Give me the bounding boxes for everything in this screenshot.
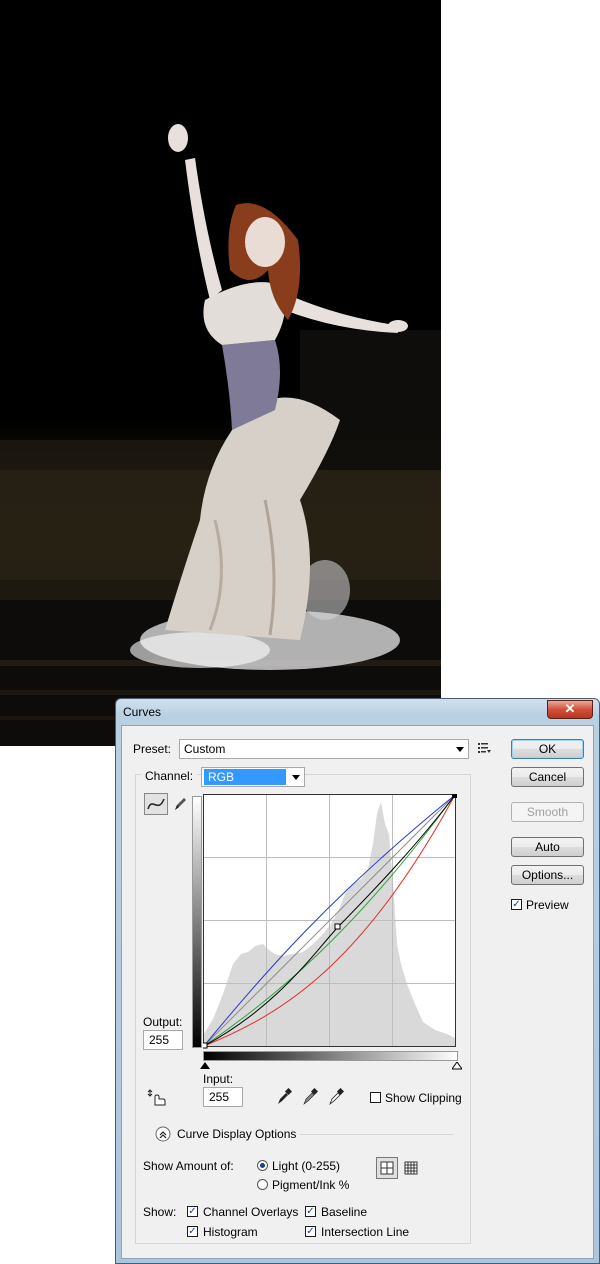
close-button[interactable]: ✕ bbox=[547, 700, 593, 719]
divider bbox=[300, 1134, 453, 1135]
black-point-eyedropper-icon[interactable] bbox=[276, 1088, 292, 1106]
preset-select[interactable]: Custom bbox=[179, 739, 469, 759]
curves-dialog: Curves ✕ Preset: Custom OK Cancel Smooth… bbox=[115, 698, 600, 1264]
white-point-eyedropper-icon[interactable] bbox=[328, 1088, 344, 1106]
preview-checkbox[interactable]: ✓ bbox=[511, 899, 522, 910]
gray-point-eyedropper-icon[interactable] bbox=[302, 1088, 318, 1106]
dialog-title: Curves bbox=[123, 705, 162, 719]
channel-value: RGB bbox=[204, 769, 286, 785]
white-point-slider[interactable] bbox=[452, 1062, 462, 1070]
intersection-line-label: Intersection Line bbox=[321, 1225, 410, 1239]
output-field[interactable]: 255 bbox=[143, 1030, 183, 1050]
channel-overlays-checkbox[interactable]: ✓ bbox=[187, 1206, 198, 1217]
curve-tool-icon bbox=[147, 798, 165, 810]
dialog-titlebar[interactable]: Curves ✕ bbox=[116, 699, 599, 725]
preset-label: Preset: bbox=[133, 742, 172, 756]
curves-graph[interactable] bbox=[203, 794, 459, 1050]
channel-select[interactable]: RGB bbox=[201, 767, 305, 787]
intersection-line-checkbox[interactable]: ✓ bbox=[305, 1226, 316, 1237]
grid-4x4-icon bbox=[380, 1161, 394, 1175]
pigment-radio[interactable] bbox=[257, 1179, 268, 1190]
curve-tool-button[interactable] bbox=[144, 793, 168, 815]
cancel-button[interactable]: Cancel bbox=[511, 767, 584, 787]
curve-display-options-label: Curve Display Options bbox=[177, 1127, 297, 1141]
histogram-checkbox[interactable]: ✓ bbox=[187, 1226, 198, 1237]
chevron-down-icon bbox=[456, 747, 464, 752]
preset-value: Custom bbox=[184, 742, 226, 756]
on-image-adjust-icon[interactable] bbox=[147, 1089, 167, 1107]
channel-label: Channel: bbox=[141, 769, 198, 783]
output-gradient-bar bbox=[192, 796, 202, 1048]
input-gradient-bar bbox=[203, 1051, 458, 1061]
show-clipping-label: Show Clipping bbox=[385, 1091, 462, 1105]
photo-canvas bbox=[0, 0, 441, 746]
curve-endpoint-white[interactable] bbox=[452, 794, 457, 798]
baseline-checkbox[interactable]: ✓ bbox=[305, 1206, 316, 1217]
smooth-button[interactable]: Smooth bbox=[511, 802, 584, 822]
curve-point[interactable] bbox=[334, 923, 341, 930]
input-label: Input: bbox=[203, 1072, 234, 1086]
dialog-body: Preset: Custom OK Cancel Smooth Auto Opt… bbox=[121, 725, 594, 1259]
light-radio[interactable] bbox=[257, 1160, 268, 1171]
histogram-label: Histogram bbox=[203, 1225, 258, 1239]
input-field[interactable]: 255 bbox=[203, 1087, 243, 1107]
pencil-tool-icon[interactable] bbox=[172, 795, 188, 813]
grid-simple-button[interactable] bbox=[376, 1157, 398, 1179]
preview-label: Preview bbox=[526, 898, 569, 912]
light-radio-label: Light (0-255) bbox=[272, 1159, 341, 1173]
preset-options-icon[interactable] bbox=[478, 742, 492, 754]
channel-overlays-label: Channel Overlays bbox=[203, 1205, 299, 1219]
chevron-down-icon bbox=[292, 775, 300, 780]
show-amount-label: Show Amount of: bbox=[143, 1159, 234, 1173]
auto-button[interactable]: Auto bbox=[511, 837, 584, 857]
curve-endpoint-black[interactable] bbox=[203, 1042, 208, 1049]
photo-illustration bbox=[0, 124, 441, 746]
collapse-toggle-icon[interactable] bbox=[155, 1126, 171, 1142]
pigment-radio-label: Pigment/Ink % bbox=[272, 1178, 350, 1192]
grid-10x10-icon[interactable] bbox=[402, 1159, 420, 1177]
show-label: Show: bbox=[143, 1205, 177, 1219]
baseline-label: Baseline bbox=[321, 1205, 368, 1219]
ok-button[interactable]: OK bbox=[511, 739, 584, 759]
show-clipping-checkbox[interactable] bbox=[370, 1092, 381, 1103]
black-point-slider[interactable] bbox=[200, 1062, 210, 1070]
options-button[interactable]: Options... bbox=[511, 865, 584, 885]
output-label: Output: bbox=[143, 1015, 183, 1029]
